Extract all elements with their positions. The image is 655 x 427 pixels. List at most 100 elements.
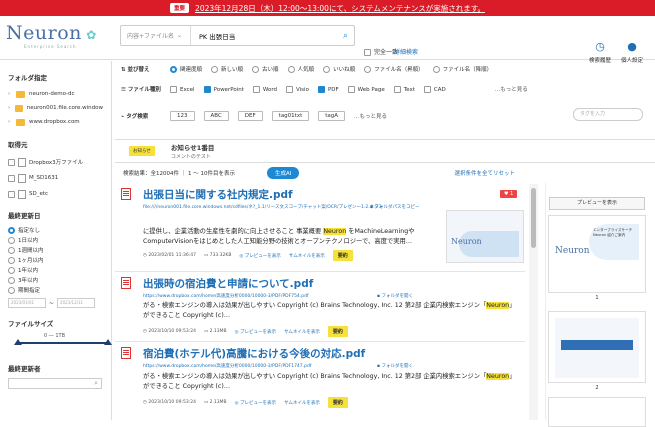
notice-title: お知らせ1番目 [170, 144, 215, 152]
maintenance-banner[interactable]: 重要 2023年12月28日（木）12:00～13:00にて、システムメンテナン… [0, 0, 655, 16]
date-option[interactable]: 1週間以内 [8, 245, 103, 255]
sort-option[interactable]: いいね順 [323, 65, 355, 73]
thumbnail-link[interactable]: サムネイルを表示 [284, 400, 320, 406]
result-title[interactable]: 宿泊費(ホテル代)高騰における今後の対応.pdf [143, 346, 365, 361]
user-settings-button[interactable]: ● 個人設定 [612, 40, 652, 64]
filetype-option[interactable]: PDF [317, 85, 339, 93]
show-preview-button[interactable]: プレビューを表示 [549, 197, 645, 210]
result-thumbnail[interactable]: Neuron [446, 210, 524, 263]
pdf-icon [121, 277, 131, 289]
scrollbar-thumb[interactable] [531, 188, 536, 248]
chevron-right-icon[interactable]: › [8, 105, 15, 111]
filetype-more-link[interactable]: …もっと見る [495, 85, 528, 93]
date-option[interactable]: 指定なし [8, 225, 103, 235]
tag-pill[interactable]: tagA [318, 111, 346, 121]
tag-pill[interactable]: ABC [203, 111, 229, 121]
sort-option[interactable]: ファイル名（昇順） [364, 65, 424, 73]
filetype-label: CAD [433, 86, 446, 93]
source-item[interactable]: M_SD1631 [8, 170, 103, 186]
result-title[interactable]: 出張時の宿泊費と申請について.pdf [143, 276, 313, 291]
like-button[interactable]: ♥ 1 [500, 190, 518, 198]
size-slider[interactable]: 0 ― 1TB [8, 333, 112, 345]
notice-bar[interactable]: お知らせ お知らせ1番目 コメントのテスト [115, 139, 655, 163]
date-option-label: 3年以内 [18, 278, 38, 284]
folder-item[interactable]: › neuron-demo-dc [8, 87, 103, 101]
filetype-label: PowerPoint [213, 86, 244, 93]
thumbnail-link[interactable]: サムネイルを表示 [289, 253, 325, 259]
sort-option[interactable]: 古い順 [252, 65, 279, 73]
preview-page[interactable] [548, 311, 646, 383]
filetype-option[interactable]: Word [252, 85, 277, 93]
result-snippet: がる・検索エンジンの導入は効果が出しやすい Copyright (c) Brai… [143, 302, 516, 309]
thumbnail-link[interactable]: サムネイルを表示 [284, 329, 320, 335]
date-option-label: 1日以内 [18, 238, 38, 244]
filetype-label: PDF [327, 86, 339, 93]
sort-option[interactable]: 人気順 [287, 65, 314, 73]
advanced-search-link[interactable]: 詳細検索 [394, 47, 418, 56]
preview-link[interactable]: ◎ プレビューを表示 [235, 400, 276, 406]
search-scope-select[interactable]: 内容+ファイル名 ⌄ [121, 26, 191, 45]
folder-item[interactable]: › www.dropbox.com [8, 115, 103, 129]
tag-pill[interactable]: DEF [237, 111, 263, 121]
open-folder-link[interactable]: ▪ フォルダを開く [377, 293, 413, 299]
document-icon [18, 157, 26, 167]
updater-input[interactable]: ⌕ [8, 378, 102, 389]
preview-link[interactable]: ◎ プレビューを表示 [235, 329, 276, 335]
banner-message[interactable]: 2023年12月28日（木）12:00～13:00にて、システムメンテナンスが実… [195, 3, 485, 14]
generative-ai-button[interactable]: 生成AI [267, 167, 300, 179]
sort-label: 関連度順 [180, 67, 203, 73]
result-url[interactable]: https://www.dropbox.com/home/高速度分析0000/1… [143, 363, 373, 369]
source-item[interactable]: Dropbox3万ファイル [8, 154, 103, 170]
tag-search-input[interactable]: タグを入力 [573, 108, 643, 121]
result-item: 出張時の宿泊費と申請について.pdf https://www.dropbox.c… [115, 272, 525, 344]
search-icon[interactable]: ⌕ [343, 31, 348, 41]
slide-header-bar [561, 340, 633, 350]
date-from-input[interactable]: 2023/01/01 [8, 298, 46, 308]
result-title[interactable]: 出張日当に関する社内規定.pdf [143, 187, 293, 202]
sort-option[interactable]: ファイル名（降順） [432, 65, 492, 73]
slider-max-handle[interactable] [104, 339, 112, 345]
filetype-option[interactable]: Text [393, 85, 415, 93]
source-item[interactable]: SD_etc [8, 186, 103, 202]
filetype-option[interactable]: Visio [286, 85, 309, 93]
tag-pill[interactable]: tag01txt [271, 111, 310, 121]
tag-pill[interactable]: 123 [170, 111, 195, 121]
search-input[interactable] [199, 31, 339, 40]
date-option[interactable]: 1年以内 [8, 265, 103, 275]
logo[interactable]: Neuron ✿ Enterprise Search [6, 22, 106, 49]
slider-min-handle[interactable] [14, 339, 22, 345]
chevron-right-icon[interactable]: › [8, 91, 16, 97]
filetype-option[interactable]: CAD [423, 85, 446, 93]
date-option[interactable]: 期間指定 [8, 285, 103, 295]
source-label: Dropbox3万ファイル [29, 160, 84, 166]
reset-conditions-link[interactable]: 選択条件を全てリセット [454, 169, 515, 177]
filetype-option[interactable]: Web Page [347, 85, 385, 93]
search-icon[interactable]: ⌕ [94, 379, 98, 388]
result-url[interactable]: file:////neuron001.file.core.windows.net… [143, 204, 383, 210]
date-option[interactable]: 1日以内 [8, 235, 103, 245]
filetype-label: Web Page [357, 86, 385, 93]
date-option[interactable]: 1ヶ月以内 [8, 255, 103, 265]
filetype-option[interactable]: PowerPoint [203, 85, 244, 93]
date-to-input[interactable]: 2023/12/31 [57, 298, 96, 308]
filetype-option[interactable]: Excel [170, 85, 195, 93]
sort-option[interactable]: 新しい順 [211, 65, 243, 73]
sort-title: ⇅ 並び替え [121, 67, 150, 73]
preview-page[interactable] [548, 397, 646, 427]
open-folder-link[interactable]: ▪ フォルダを開く [377, 363, 413, 369]
summary-button[interactable]: 要約 [332, 250, 353, 261]
results-scrollbar[interactable] [529, 184, 538, 420]
exact-match-checkbox[interactable]: 完全一致 [364, 47, 398, 56]
copy-folder-path-link[interactable]: ▪ フォルダパスをコピー [370, 204, 419, 210]
result-url[interactable]: https://www.dropbox.com/home/高速度分析0000/1… [143, 293, 373, 299]
preview-page[interactable]: Neuron エンタープライズサーチ Neuron 紹介ご案内 [548, 215, 646, 293]
folder-item[interactable]: › neuron001.file.core.window [8, 101, 103, 115]
tag-more-link[interactable]: …もっと見る [354, 112, 387, 120]
sort-option[interactable]: 関連度順 [170, 65, 202, 73]
summary-button[interactable]: 要約 [327, 397, 348, 408]
preview-link[interactable]: ◎ プレビューを表示 [239, 253, 280, 259]
folder-list: › neuron-demo-dc › neuron001.file.core.win… [8, 87, 103, 129]
summary-button[interactable]: 要約 [327, 326, 348, 337]
date-option[interactable]: 3年以内 [8, 275, 103, 285]
chevron-right-icon[interactable]: › [8, 119, 16, 125]
